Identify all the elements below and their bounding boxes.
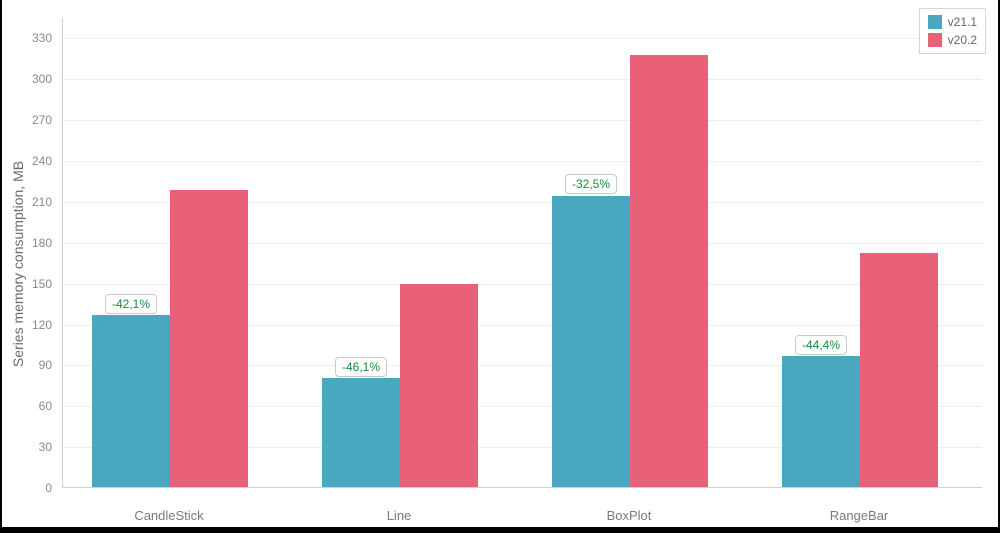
y-tick: 210 (12, 195, 52, 209)
bar-v20-rangebar (860, 253, 938, 487)
delta-label: -42,1% (105, 294, 157, 314)
gridline (63, 79, 982, 80)
gridline (63, 38, 982, 39)
x-tick-label: RangeBar (752, 508, 966, 523)
y-tick: 120 (12, 318, 52, 332)
legend-item-v21: v21.1 (928, 13, 977, 31)
legend-label: v21.1 (948, 13, 977, 31)
bar-v20-candlestick (170, 190, 248, 487)
y-tick: 240 (12, 154, 52, 168)
gridline (63, 120, 982, 121)
bar-v20-boxplot (630, 55, 708, 487)
y-tick: 300 (12, 72, 52, 86)
x-tick-label: BoxPlot (522, 508, 736, 523)
y-tick: 0 (12, 481, 52, 495)
x-tick-label: CandleStick (62, 508, 276, 523)
bar-v21-candlestick (92, 315, 170, 487)
delta-label: -32,5% (565, 174, 617, 194)
bar-v20-line (400, 284, 478, 487)
x-tick-label: Line (292, 508, 506, 523)
legend-swatch (928, 33, 942, 47)
gridline (63, 161, 982, 162)
y-tick: 270 (12, 113, 52, 127)
plot-area: -42,1% -46,1% -32,5% -44,4% (62, 18, 982, 488)
y-tick: 150 (12, 277, 52, 291)
legend-label: v20.2 (948, 31, 977, 49)
y-tick: 60 (12, 399, 52, 413)
y-tick: 90 (12, 358, 52, 372)
legend-swatch (928, 15, 942, 29)
y-tick: 30 (12, 440, 52, 454)
y-tick: 330 (12, 31, 52, 45)
delta-label: -46,1% (335, 357, 387, 377)
delta-label: -44,4% (795, 335, 847, 355)
y-axis-label: Series memory consumption, MB (10, 160, 26, 366)
chart-frame: Series memory consumption, MB 0 30 60 90… (2, 0, 998, 527)
bar-v21-line (322, 378, 400, 487)
legend: v21.1 v20.2 (919, 8, 986, 54)
bar-v21-boxplot (552, 196, 630, 488)
legend-item-v20: v20.2 (928, 31, 977, 49)
bar-v21-rangebar (782, 356, 860, 487)
y-tick: 180 (12, 236, 52, 250)
